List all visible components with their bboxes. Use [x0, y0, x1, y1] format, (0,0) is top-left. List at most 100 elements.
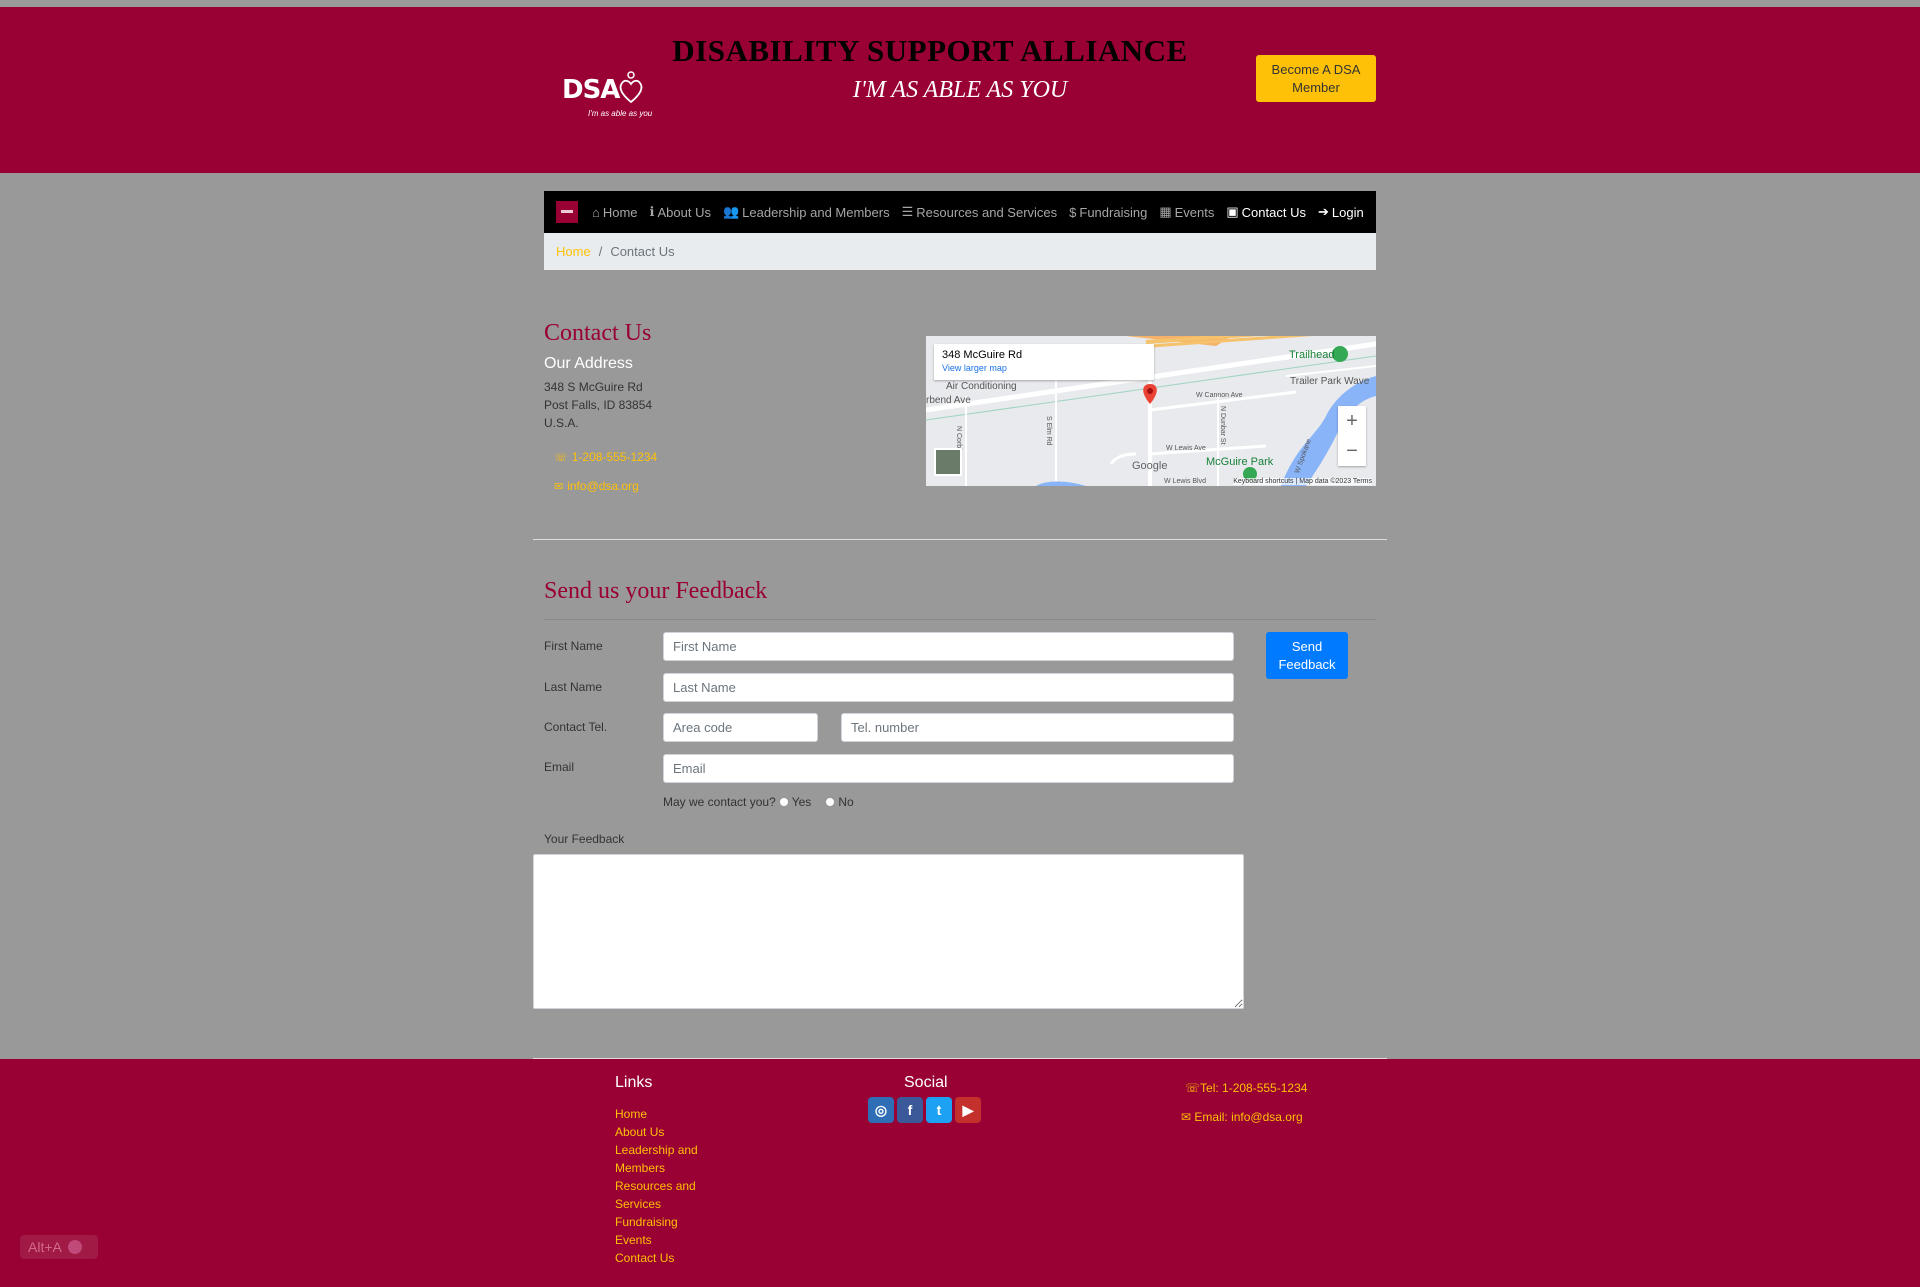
area-code-input[interactable] — [663, 713, 818, 742]
map-place-name: 348 McGuire Rd — [942, 349, 1023, 361]
map-label: Trailhead — [1289, 349, 1335, 361]
phone-icon: ☏ — [1185, 1081, 1201, 1095]
footer-link-home[interactable]: Home — [615, 1105, 715, 1123]
envelope-icon: ✉ — [554, 480, 564, 493]
footer-link-about-us[interactable]: About Us — [615, 1123, 715, 1141]
social-icons: ◎ f t ▶ — [868, 1097, 984, 1123]
contact-tel-label: Contact Tel. — [544, 720, 608, 734]
last-name-label: Last Name — [544, 680, 603, 694]
satellite-toggle[interactable] — [934, 448, 962, 476]
address-line: 348 S McGuire Rd — [544, 380, 643, 394]
nav-item-contact-us[interactable]: ▣ Contact Us — [1226, 204, 1306, 220]
site-tagline: I'M AS ABLE AS YOU — [852, 77, 1068, 103]
site-footer: Links Home About Us Leadership and Membe… — [0, 1059, 1920, 1287]
address-block: 348 S McGuire Rd Post Falls, ID 83854 U.… — [544, 378, 652, 432]
map-label: N Dunbar St — [1219, 406, 1226, 445]
nav-item-login[interactable]: ➔ Login — [1318, 204, 1364, 220]
feedback-divider — [544, 619, 1376, 620]
map-label: Air Conditioning — [946, 381, 1017, 392]
map-label: W Cannon Ave — [1196, 392, 1243, 399]
footer-email-link[interactable]: ✉ Email: info@dsa.org — [1181, 1110, 1303, 1124]
tel-number-input[interactable] — [841, 713, 1234, 742]
map-label: W Lewis Blvd — [1164, 478, 1207, 485]
yes-label: Yes — [791, 795, 812, 809]
nav-item-about-us[interactable]: ℹ About Us — [650, 204, 711, 220]
google-logo: Google — [1132, 460, 1168, 472]
logo-tagline: I'm as able as you — [588, 109, 653, 118]
zoom-in-button[interactable]: + — [1338, 406, 1366, 436]
site-title: DISABILITY SUPPORT ALLIANCE — [672, 33, 1188, 68]
map-zoom-control: + − — [1338, 406, 1366, 466]
heart-icon — [619, 71, 643, 104]
email-input[interactable] — [663, 754, 1234, 783]
nav-item-events[interactable]: ▦ Events — [1159, 204, 1214, 220]
feedback-textarea[interactable] — [533, 854, 1244, 1009]
nav-item-resources[interactable]: ☰ Resources and Services — [902, 204, 1058, 220]
nav-item-home[interactable]: ⌂ Home — [592, 205, 638, 220]
become-member-button[interactable]: Become A DSA Member — [1256, 55, 1376, 102]
twitter-icon[interactable]: t — [926, 1097, 952, 1123]
feedback-label: Your Feedback — [544, 832, 625, 846]
home-icon: ⌂ — [592, 204, 600, 220]
footer-phone-link[interactable]: ☏Tel: 1-208-555-1234 — [1185, 1081, 1307, 1095]
dollar-icon: $ — [1069, 204, 1077, 220]
view-larger-map-link[interactable]: View larger map — [942, 363, 1146, 373]
info-icon: ℹ — [649, 204, 655, 219]
map-label: S Elm Rd — [1045, 416, 1052, 446]
envelope-icon: ✉ — [1181, 1110, 1195, 1124]
calendar-icon: ▦ — [1159, 204, 1172, 219]
instagram-icon[interactable]: ◎ — [868, 1097, 894, 1123]
first-name-input[interactable] — [663, 632, 1234, 661]
email-label: Email — [544, 760, 575, 774]
phone-icon: ☏ — [554, 451, 568, 464]
footer-link-resources[interactable]: Resources and Services — [615, 1177, 715, 1213]
breadcrumb-current: Contact Us — [610, 244, 675, 259]
nav-item-leadership[interactable]: 👥 Leadership and Members — [723, 204, 890, 220]
address-line: U.S.A. — [544, 416, 579, 430]
google-map[interactable]: Air Conditioning rbend Ave W Cannon Ave … — [926, 336, 1376, 486]
address-line: Post Falls, ID 83854 — [544, 398, 653, 412]
yes-radio[interactable] — [778, 797, 789, 807]
youtube-icon[interactable]: ▶ — [955, 1097, 981, 1123]
logo-text: DSA — [562, 75, 620, 105]
map-label: Trailer Park Wave — [1290, 376, 1370, 387]
map-place-card: 348 McGuire Rd View larger map — [934, 344, 1154, 380]
email-link[interactable]: ✉ info@dsa.org — [554, 479, 639, 493]
footer-link-events[interactable]: Events — [615, 1231, 715, 1249]
nav-item-fundraising[interactable]: $ Fundraising — [1069, 205, 1147, 220]
address-heading: Our Address — [544, 355, 633, 372]
top-strip — [0, 0, 1920, 7]
footer-social-heading: Social — [904, 1074, 948, 1091]
footer-links-heading: Links — [615, 1074, 653, 1091]
users-icon: 👥 — [722, 204, 740, 219]
list-icon: ☰ — [901, 204, 914, 219]
main-navbar: ⌂ Home ℹ About Us 👥 Leadership and Members … — [544, 191, 1376, 233]
send-feedback-button[interactable]: Send Feedback — [1266, 632, 1348, 679]
accessibility-shortcut-badge[interactable]: Alt+A — [20, 1235, 98, 1259]
badge-dot-icon — [67, 1240, 82, 1254]
feedback-title: Send us your Feedback — [544, 578, 768, 604]
navbar-logo[interactable] — [556, 201, 578, 223]
no-radio[interactable] — [825, 797, 836, 807]
phone-link[interactable]: ☏ 1-208-555-1234 — [554, 450, 657, 464]
site-header: DSA I'm as able as you DISABILITY SUPPOR… — [0, 7, 1920, 173]
dsa-logo[interactable]: DSA I'm as able as you — [560, 67, 653, 123]
breadcrumb-home-link[interactable]: Home — [556, 244, 591, 259]
contact-permission-label: May we contact you? — [663, 795, 776, 809]
map-label: W Lewis Ave — [1166, 445, 1206, 452]
map-label: McGuire Park — [1206, 456, 1274, 468]
footer-link-leadership[interactable]: Leadership and Members — [615, 1141, 715, 1177]
login-icon: ➔ — [1317, 204, 1329, 219]
footer-link-contact-us[interactable]: Contact Us — [615, 1249, 715, 1267]
breadcrumb: Home / Contact Us — [544, 233, 1376, 270]
contact-permission: May we contact you? Yes No — [663, 795, 854, 809]
facebook-icon[interactable]: f — [897, 1097, 923, 1123]
last-name-input[interactable] — [663, 673, 1234, 702]
footer-link-fundraising[interactable]: Fundraising — [615, 1213, 715, 1231]
first-name-label: First Name — [544, 639, 603, 653]
zoom-out-button[interactable]: − — [1338, 436, 1366, 466]
no-label: No — [838, 795, 854, 809]
map-label: rbend Ave — [926, 395, 971, 406]
contact-title: Contact Us — [544, 320, 652, 346]
contact-card-icon: ▣ — [1226, 204, 1239, 219]
